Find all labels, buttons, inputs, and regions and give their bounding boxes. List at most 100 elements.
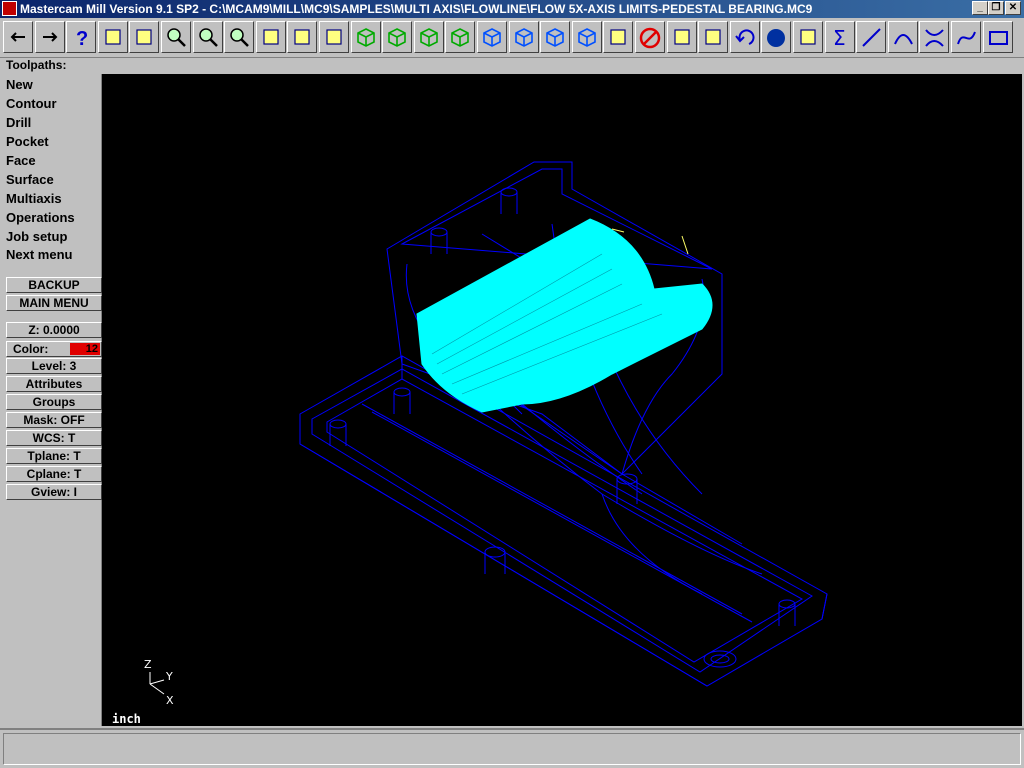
backup-button[interactable]: BACKUP [6,277,102,293]
toolbar-view-front-button[interactable] [413,21,444,53]
toolbar-sphere-button[interactable] [761,21,792,53]
toolbar-repaint-button[interactable] [319,21,349,53]
toolbar-back-arrow-button[interactable] [3,21,33,53]
menu-surface[interactable]: Surface [6,172,54,187]
toolbar-rectangle-button[interactable] [982,21,1013,53]
translate-icon [673,29,690,45]
side-menu-panel: New Contour Drill Pocket Face Surface Mu… [3,74,102,726]
zoom-fit-icon [230,28,250,47]
toolbar-undo-button[interactable] [729,21,760,53]
multi-xform-icon [705,29,721,45]
menu-face[interactable]: Face [6,153,36,168]
view-iso-icon [356,28,375,47]
undo-icon [735,29,755,45]
spline-icon [957,31,976,45]
cplane-button[interactable]: Cplane: T [6,466,102,482]
view-front-icon [419,28,438,47]
toolbar-forward-arrow-button[interactable] [34,21,65,53]
menu-drill[interactable]: Drill [6,115,31,130]
toolbar-view-side-button[interactable] [445,21,476,53]
color-swatch: 12 [70,343,100,355]
select-icon [294,29,310,45]
gview-button[interactable]: Gview: I [6,484,102,500]
svg-text:Σ: Σ [833,26,846,50]
toolbar-cube-2-button[interactable] [508,21,539,53]
view-top-icon [388,28,406,47]
toolbar-pencil-button[interactable] [603,21,634,53]
prompt-box [3,733,1021,765]
toolbar-spline-button[interactable] [951,21,981,53]
axis-triad: Z Y X [144,658,174,707]
axis-y-label: Y [165,670,173,683]
toolpaths-heading: Toolpaths: [6,58,67,72]
toolbar-pan-button[interactable] [255,21,286,53]
toolbar-translate-button[interactable] [666,21,697,53]
level-button[interactable]: Level: 3 [6,358,102,374]
zoom-icon [167,28,186,47]
cube-4-icon [577,28,596,47]
toolbar-zoom-fit-button[interactable] [224,21,255,53]
groups-button[interactable]: Groups [6,394,102,410]
cube-2-icon [514,28,533,47]
toolbar-cube-3-button[interactable] [540,21,571,53]
part-wireframe: Z Y X [144,161,828,707]
toolbar-line-button[interactable] [856,21,887,53]
line-icon [862,28,881,47]
main-menu-button[interactable]: MAIN MENU [6,295,102,311]
attributes-button[interactable]: Attributes [6,376,102,392]
toolbar-view-iso-button[interactable] [350,21,381,53]
toolbar-arc-button[interactable] [887,21,918,53]
toolbar-trim-button[interactable] [919,21,950,53]
file-cabinet-icon [105,29,121,45]
back-arrow-icon [10,32,25,42]
no-delete-icon [639,27,661,49]
toolbar-select-button[interactable] [287,21,318,53]
menu-pocket[interactable]: Pocket [6,134,49,149]
toolpath-surface [416,218,713,413]
toolbar-zoom-window-button[interactable] [192,21,223,53]
sphere-icon [767,29,786,47]
zoom-window-icon [198,28,218,47]
axis-z-label: Z [144,658,152,671]
analyze-icon [136,29,152,45]
menu-job-setup[interactable]: Job setup [6,229,67,244]
toolbar-file-cabinet-button[interactable] [97,21,128,53]
toolbar-view-top-button[interactable] [382,21,413,53]
app-icon[interactable] [2,1,17,16]
tplane-button[interactable]: Tplane: T [6,448,102,464]
cube-3-icon [546,28,564,47]
maximize-button[interactable]: ❐ [988,1,1004,15]
trim-icon [925,29,945,47]
view-side-icon [451,28,470,47]
help-icon: ? [76,28,88,50]
menu-multiaxis[interactable]: Multiaxis [6,191,62,206]
toolbar: ? Σ [0,19,1024,58]
graphics-viewport[interactable]: Z Y X [102,74,1022,726]
pencil-icon [610,29,626,45]
z-depth-button[interactable]: Z: 0.0000 [6,322,102,338]
toolbar-cube-1-button[interactable] [477,21,507,53]
menu-operations[interactable]: Operations [6,210,75,225]
toolbar-sum-button[interactable]: Σ [824,21,855,53]
toolbar-analyze-button[interactable] [129,21,160,53]
close-button[interactable]: ✕ [1005,1,1021,15]
toolbar-no-delete-button[interactable] [635,21,665,53]
forward-arrow-icon [42,32,58,42]
toolbar-multi-xform-button[interactable] [698,21,729,53]
color-label: Color: [13,342,49,356]
toolbar-boxes-button[interactable] [793,21,823,53]
mask-button[interactable]: Mask: OFF [6,412,102,428]
toolbar-zoom-button[interactable] [161,21,191,53]
prompt-area [0,728,1024,768]
svg-text:?: ? [76,28,88,50]
toolbar-help-button[interactable]: ? [66,21,97,53]
menu-contour[interactable]: Contour [6,96,57,111]
menu-next-menu[interactable]: Next menu [6,247,72,262]
wcs-button[interactable]: WCS: T [6,430,102,446]
menu-new[interactable]: New [6,77,33,92]
title-bar: Mastercam Mill Version 9.1 SP2 - C:\MCAM… [0,0,1024,18]
color-button[interactable]: Color: 12 [6,341,102,357]
toolbar-cube-4-button[interactable] [571,21,602,53]
minimize-button[interactable]: _ [972,1,988,15]
sum-icon: Σ [833,26,846,50]
